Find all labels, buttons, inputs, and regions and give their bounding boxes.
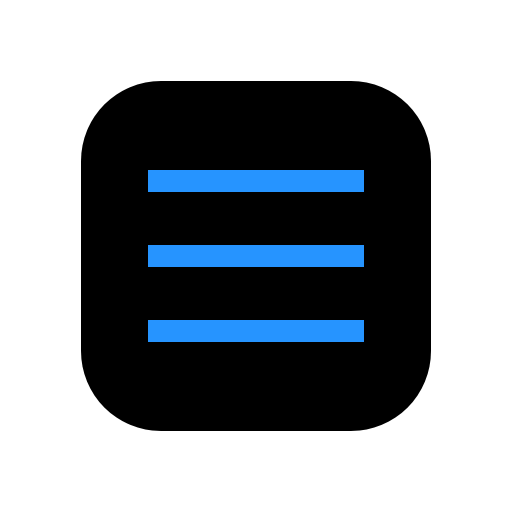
hamburger-menu-icon [81,81,431,431]
app-icon-canvas [0,0,512,512]
menu-button[interactable] [81,81,431,431]
hamburger-bar-bottom [148,320,364,342]
hamburger-bar-middle [148,245,364,267]
hamburger-bar-top [148,170,364,192]
